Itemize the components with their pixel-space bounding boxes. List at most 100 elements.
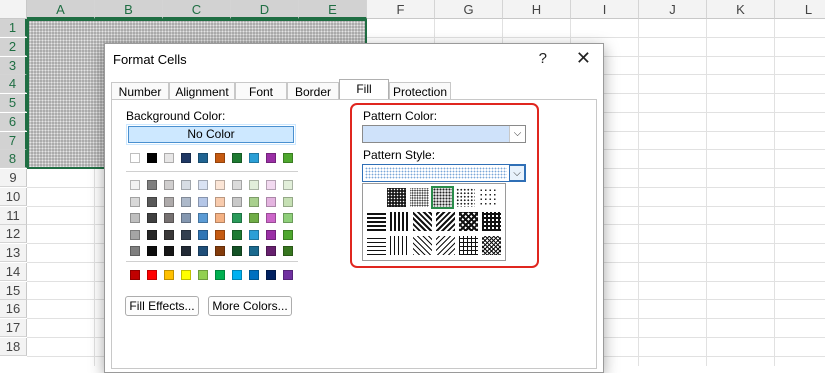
theme-color-swatch[interactable] [181, 153, 191, 163]
standard-color-swatch[interactable] [164, 270, 174, 280]
column-header-a[interactable]: A [27, 0, 95, 19]
row-header-10[interactable]: 10 [0, 187, 27, 206]
theme-shade-swatch[interactable] [266, 246, 276, 256]
more-colors-button[interactable]: More Colors... [208, 296, 292, 316]
help-icon[interactable]: ? [539, 50, 547, 67]
column-header-c[interactable]: C [163, 0, 231, 19]
theme-shade-swatch[interactable] [164, 246, 174, 256]
theme-shade-swatch[interactable] [249, 229, 259, 240]
theme-shade-swatch[interactable] [198, 180, 208, 190]
row-header-16[interactable]: 16 [0, 300, 27, 319]
theme-color-swatch[interactable] [215, 153, 225, 163]
theme-color-swatch[interactable] [232, 153, 242, 163]
theme-shade-swatch[interactable] [232, 229, 242, 240]
theme-shade-swatch[interactable] [147, 196, 157, 207]
standard-color-swatch[interactable] [130, 270, 140, 280]
theme-color-swatch[interactable] [198, 153, 208, 163]
standard-color-swatch[interactable] [215, 270, 225, 280]
row-header-7[interactable]: 7 [0, 131, 27, 150]
theme-shade-swatch[interactable] [232, 196, 242, 207]
column-header-i[interactable]: I [571, 0, 639, 19]
tab-number[interactable]: Number [111, 82, 169, 100]
row-header-13[interactable]: 13 [0, 244, 27, 262]
theme-color-swatch[interactable] [130, 153, 140, 163]
standard-color-swatch[interactable] [249, 270, 259, 280]
column-header-d[interactable]: D [231, 0, 299, 19]
row-header-4[interactable]: 4 [0, 75, 27, 94]
standard-color-swatch[interactable] [181, 270, 191, 280]
tab-fill[interactable]: Fill [339, 79, 389, 99]
theme-shade-swatch[interactable] [266, 213, 276, 223]
theme-shade-swatch[interactable] [283, 229, 293, 240]
column-header-f[interactable]: F [367, 0, 435, 19]
theme-shade-swatch[interactable] [147, 180, 157, 190]
theme-shade-swatch[interactable] [266, 180, 276, 190]
standard-color-swatch[interactable] [283, 270, 293, 280]
theme-shade-swatch[interactable] [232, 180, 242, 190]
column-header-g[interactable]: G [435, 0, 503, 19]
theme-shade-swatch[interactable] [164, 196, 174, 207]
row-header-9[interactable]: 9 [0, 169, 27, 187]
theme-shade-swatch[interactable] [130, 180, 140, 190]
theme-shade-swatch[interactable] [198, 229, 208, 240]
theme-shade-swatch[interactable] [130, 213, 140, 223]
theme-shade-swatch[interactable] [147, 229, 157, 240]
theme-shade-swatch[interactable] [215, 229, 225, 240]
theme-shade-swatch[interactable] [266, 196, 276, 207]
theme-shade-swatch[interactable] [181, 229, 191, 240]
standard-color-swatch[interactable] [147, 270, 157, 280]
row-header-12[interactable]: 12 [0, 225, 27, 244]
row-header-18[interactable]: 18 [0, 337, 27, 356]
row-header-8[interactable]: 8 [0, 150, 27, 169]
theme-shade-swatch[interactable] [283, 180, 293, 190]
theme-shade-swatch[interactable] [181, 246, 191, 256]
theme-shade-swatch[interactable] [215, 180, 225, 190]
row-header-3[interactable]: 3 [0, 56, 27, 75]
row-header-11[interactable]: 11 [0, 206, 27, 225]
theme-shade-swatch[interactable] [198, 196, 208, 207]
theme-shade-swatch[interactable] [181, 213, 191, 223]
row-header-1[interactable]: 1 [0, 19, 27, 37]
theme-color-swatch[interactable] [249, 153, 259, 163]
standard-color-swatch[interactable] [198, 270, 208, 280]
theme-color-swatch[interactable] [266, 153, 276, 163]
standard-color-swatch[interactable] [266, 270, 276, 280]
row-header-14[interactable]: 14 [0, 262, 27, 281]
theme-shade-swatch[interactable] [164, 213, 174, 223]
theme-shade-swatch[interactable] [232, 213, 242, 223]
standard-color-swatch[interactable] [232, 270, 242, 280]
theme-shade-swatch[interactable] [283, 196, 293, 207]
theme-shade-swatch[interactable] [215, 246, 225, 256]
theme-shade-swatch[interactable] [130, 246, 140, 256]
tab-alignment[interactable]: Alignment [169, 82, 235, 100]
theme-color-swatch[interactable] [283, 153, 293, 163]
row-header-17[interactable]: 17 [0, 319, 27, 337]
theme-color-swatch[interactable] [147, 153, 157, 163]
theme-shade-swatch[interactable] [249, 196, 259, 207]
theme-shade-swatch[interactable] [147, 246, 157, 256]
theme-shade-swatch[interactable] [147, 213, 157, 223]
theme-color-swatch[interactable] [164, 153, 174, 163]
theme-shade-swatch[interactable] [249, 213, 259, 223]
theme-shade-swatch[interactable] [232, 246, 242, 256]
theme-shade-swatch[interactable] [283, 246, 293, 256]
theme-shade-swatch[interactable] [198, 246, 208, 256]
column-header-e[interactable]: E [299, 0, 367, 19]
column-header-l[interactable]: L [775, 0, 825, 19]
theme-shade-swatch[interactable] [215, 196, 225, 207]
fill-effects-button[interactable]: Fill Effects... [125, 296, 199, 316]
row-header-6[interactable]: 6 [0, 112, 27, 131]
column-header-k[interactable]: K [707, 0, 775, 19]
row-header-2[interactable]: 2 [0, 37, 27, 56]
theme-shade-swatch[interactable] [130, 196, 140, 207]
select-all-corner[interactable] [0, 0, 27, 19]
close-icon[interactable]: ✕ [576, 48, 591, 69]
theme-shade-swatch[interactable] [181, 180, 191, 190]
row-header-5[interactable]: 5 [0, 94, 27, 112]
tab-font[interactable]: Font [235, 82, 287, 100]
theme-shade-swatch[interactable] [266, 229, 276, 240]
column-header-b[interactable]: B [95, 0, 163, 19]
column-header-h[interactable]: H [503, 0, 571, 19]
tab-protection[interactable]: Protection [389, 82, 451, 100]
row-header-15[interactable]: 15 [0, 281, 27, 300]
